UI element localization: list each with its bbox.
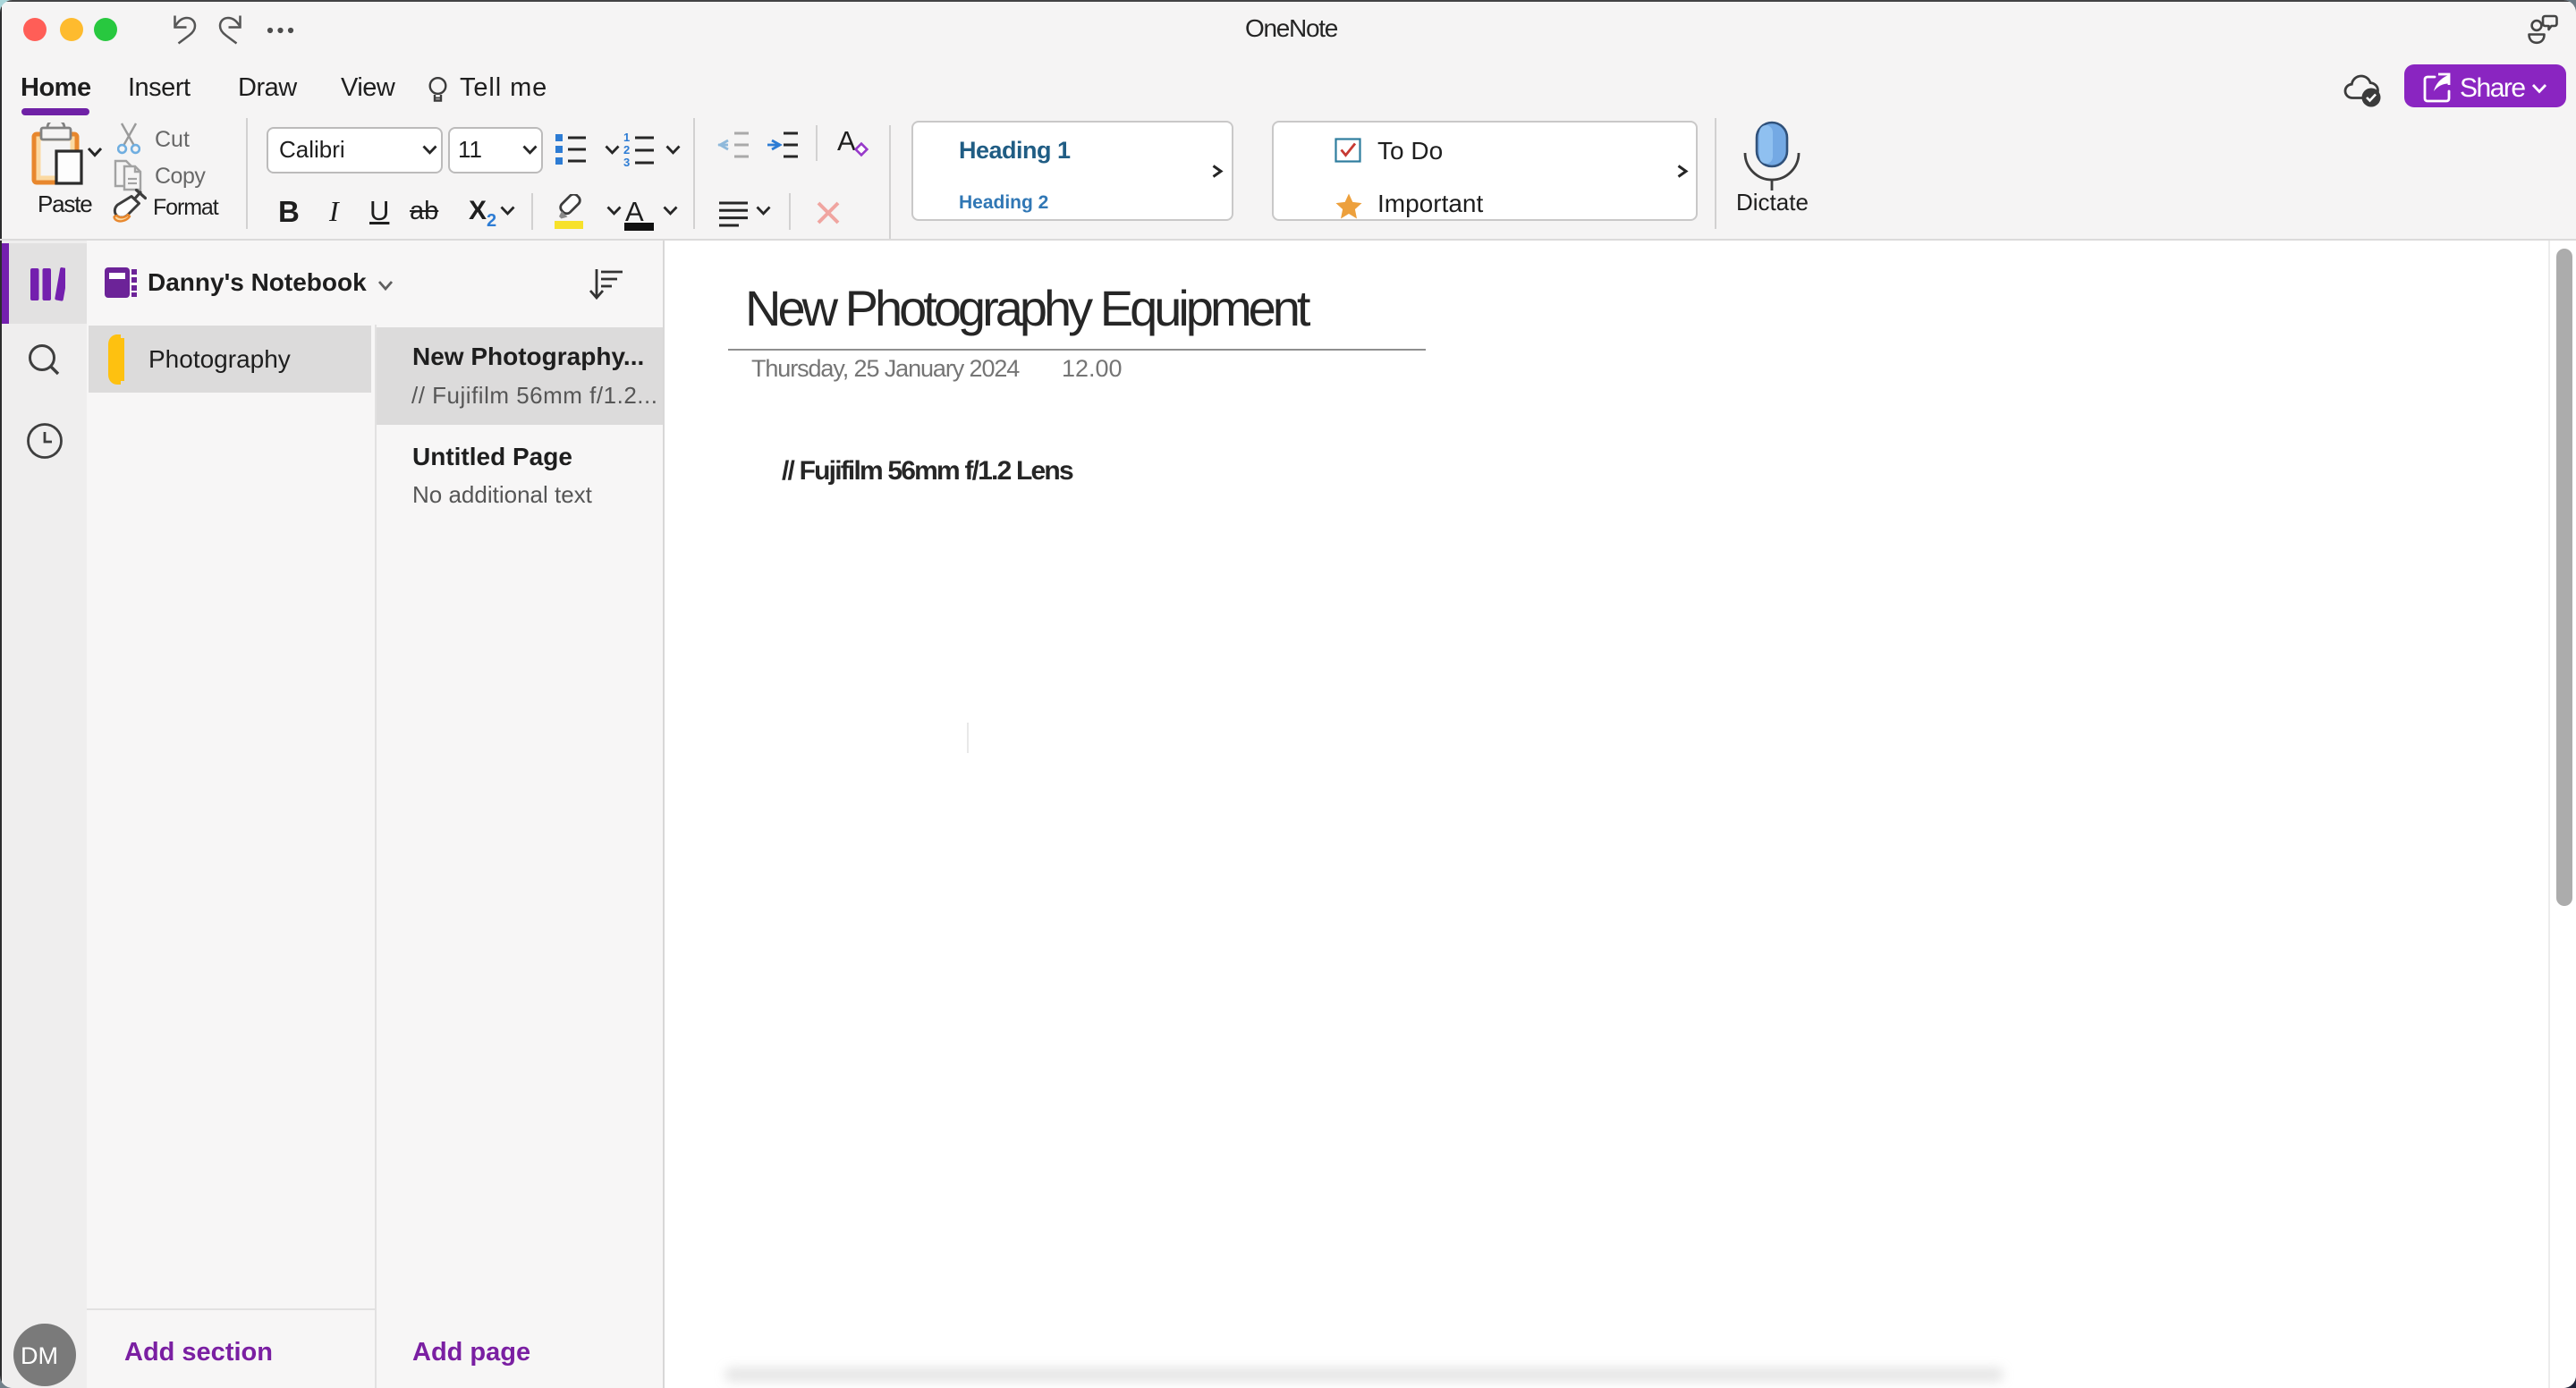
svg-text:3: 3	[623, 156, 630, 167]
svg-text:1: 1	[623, 131, 630, 144]
svg-text:2: 2	[623, 143, 630, 157]
